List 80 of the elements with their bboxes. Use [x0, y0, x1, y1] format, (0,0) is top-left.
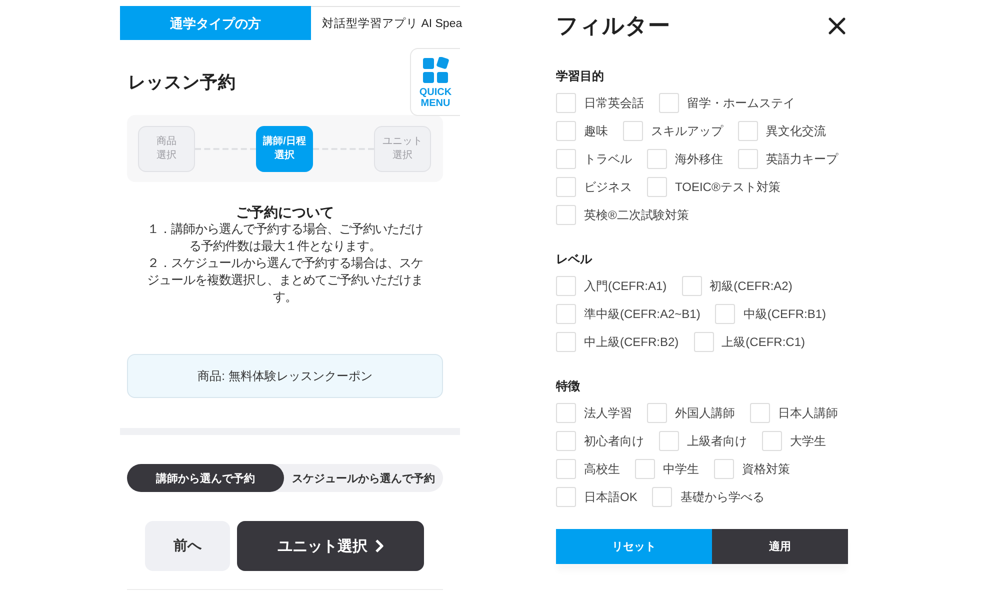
booking-mode-option[interactable]: スケジュールから選んで予約: [284, 464, 443, 492]
step-label: 講師/日程: [263, 134, 306, 148]
checkbox[interactable]: [715, 304, 736, 324]
checkbox[interactable]: [556, 487, 576, 507]
notice-text: １．講師から選んで予約する場合、ご予約いただける予約件数は最大１件となります。: [146, 221, 424, 255]
checkbox-label[interactable]: 大学生: [790, 433, 826, 449]
checkbox-label[interactable]: 日本人講師: [778, 405, 838, 421]
apply-button[interactable]: 適用: [712, 529, 848, 564]
checkbox[interactable]: [556, 93, 576, 113]
checkbox[interactable]: [659, 93, 679, 113]
checkbox-label[interactable]: TOEIC®テスト対策: [675, 179, 780, 195]
checkbox[interactable]: [694, 332, 714, 352]
checkbox-label[interactable]: 上級者向け: [687, 433, 747, 449]
checkbox[interactable]: [652, 487, 672, 507]
checkbox[interactable]: [647, 403, 667, 423]
checkbox-label[interactable]: 高校生: [584, 461, 620, 477]
checkbox[interactable]: [556, 177, 576, 197]
section-heading: 学習目的: [556, 68, 604, 84]
checkbox-label[interactable]: 法人学習: [584, 405, 632, 421]
notice-text: ２．スケジュールから選んで予約する場合は、スケジュールを複数選択し、まとめてご予約いただけます。: [146, 255, 424, 306]
step-label: 商品: [156, 134, 176, 148]
checkbox[interactable]: [750, 403, 770, 423]
checkbox[interactable]: [556, 276, 576, 296]
checkbox[interactable]: [556, 332, 576, 352]
checkbox-label[interactable]: 準中級(CEFR:A2~B1): [584, 306, 700, 322]
checkbox-label[interactable]: 外国人講師: [675, 405, 735, 421]
back-button[interactable]: 前へ: [145, 521, 230, 571]
step-label: 選択: [156, 148, 176, 162]
checkbox-label[interactable]: 入門(CEFR:A1): [584, 278, 667, 294]
chevron-right-icon: [374, 539, 384, 553]
checkbox-label[interactable]: 英検®二次試験対策: [584, 207, 689, 223]
checkbox[interactable]: [714, 459, 734, 479]
checkbox[interactable]: [682, 276, 702, 296]
checkbox[interactable]: [556, 459, 576, 479]
checkbox-label[interactable]: 趣味: [584, 123, 608, 139]
checkbox-label[interactable]: 初心者向け: [584, 433, 644, 449]
checkbox-label[interactable]: 初級(CEFR:A2): [710, 278, 792, 294]
checkbox[interactable]: [623, 121, 643, 141]
checkbox-label[interactable]: 海外移住: [675, 151, 723, 167]
checkbox[interactable]: [556, 431, 576, 451]
checkbox[interactable]: [647, 177, 667, 197]
checkbox[interactable]: [556, 121, 576, 141]
checkbox-label[interactable]: スキルアップ: [651, 123, 723, 139]
checkbox-label[interactable]: 英語力キープ: [766, 151, 838, 167]
close-button[interactable]: [828, 17, 846, 35]
checkbox[interactable]: [556, 205, 576, 225]
notice-heading: ご予約について: [236, 203, 334, 221]
checkbox-label[interactable]: 中上級(CEFR:B2): [584, 334, 679, 350]
checkbox-label[interactable]: 資格対策: [742, 461, 790, 477]
section-heading: レベル: [556, 251, 592, 267]
checkbox-label[interactable]: 基礎から学べる: [680, 489, 764, 505]
checkbox[interactable]: [738, 149, 758, 169]
checkbox-label[interactable]: 中学生: [663, 461, 699, 477]
checkbox[interactable]: [762, 431, 782, 451]
page-title: レッスン予約: [128, 71, 236, 93]
checkbox[interactable]: [556, 304, 576, 324]
booking-mode-option[interactable]: 講師から選んで予約: [127, 464, 284, 492]
checkbox[interactable]: [738, 121, 758, 141]
checkbox-label[interactable]: 留学・ホームステイ: [687, 95, 795, 111]
close-icon: [828, 17, 846, 35]
checkbox-label[interactable]: 日本語OK: [584, 489, 638, 505]
checkbox[interactable]: [556, 149, 576, 169]
checkbox-label[interactable]: トラベル: [584, 151, 632, 167]
checkbox[interactable]: [556, 403, 576, 423]
checkbox[interactable]: [647, 149, 667, 169]
checkbox-label[interactable]: 日常英会話: [584, 95, 644, 111]
filter-title: フィルター: [556, 12, 670, 40]
checkbox-label[interactable]: ビジネス: [584, 179, 632, 195]
step-label: ユニット: [382, 134, 422, 148]
step-label: 選択: [392, 148, 412, 162]
checkbox[interactable]: [659, 431, 679, 451]
checkbox[interactable]: [635, 459, 655, 479]
product-text: 商品: 無料体験レッスンクーポン: [198, 368, 372, 384]
section-heading: 特徴: [556, 378, 580, 394]
checkbox-label[interactable]: 上級(CEFR:C1): [722, 334, 806, 350]
checkbox-label[interactable]: 異文化交流: [766, 123, 826, 139]
step-label: 選択: [274, 148, 294, 162]
next-button[interactable]: ユニット選択: [237, 521, 424, 571]
grid-icon: [422, 57, 448, 83]
checkbox-label[interactable]: 中級(CEFR:B1): [743, 306, 826, 322]
